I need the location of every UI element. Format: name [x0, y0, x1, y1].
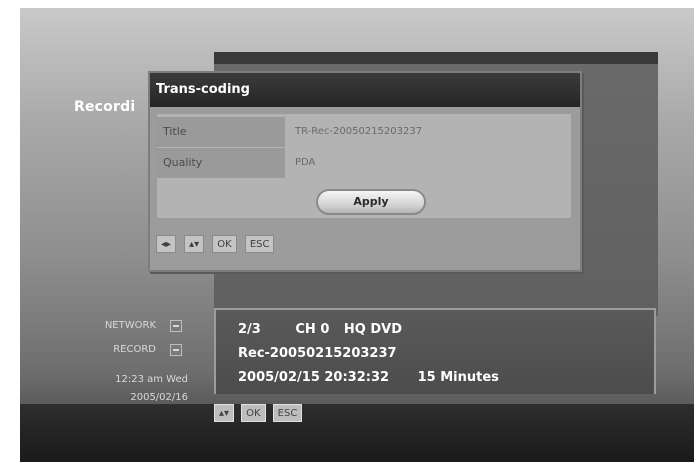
transcoding-dialog: Trans-coding Title TR-Rec-20050215203237… [148, 71, 582, 272]
left-right-arrows-icon[interactable]: ◂▸ [156, 234, 177, 253]
ok-key[interactable]: OK [241, 403, 266, 422]
title-label: Title [157, 117, 285, 147]
dialog-title: Trans-coding [150, 73, 580, 107]
title-value: TR-Rec-20050215203237 [295, 126, 423, 137]
esc-key[interactable]: ESC [272, 403, 303, 422]
bottom-key-hints: ▴▾ OK ESC [214, 402, 304, 426]
clock-date: 2005/02/16 [130, 392, 188, 403]
recording-duration: 15 Minutes [417, 370, 499, 385]
up-down-arrows-icon[interactable]: ▴▾ [214, 403, 235, 422]
info-line-3: 2005/02/15 20:32:32 15 Minutes [238, 370, 499, 385]
screen-bottom-bar [20, 404, 694, 462]
ok-key[interactable]: OK [212, 234, 237, 253]
quality-value: PDA [295, 157, 316, 168]
network-label: NETWORK [104, 320, 156, 331]
recording-index: 2/3 [238, 322, 261, 337]
quality-mode: HQ DVD [343, 322, 403, 337]
esc-key[interactable]: ESC [244, 234, 275, 253]
recording-info-box: 2/3 CH 0 HQ DVD Rec-20050215203237 2005/… [214, 308, 656, 394]
network-indicator-icon [170, 320, 182, 332]
info-line-1: 2/3 CH 0 HQ DVD [238, 322, 402, 337]
clock-time: 12:23 am Wed [115, 374, 188, 385]
quality-label: Quality [157, 148, 285, 178]
channel-label: CH 0 [295, 322, 330, 337]
quality-row[interactable]: Quality PDA [157, 148, 571, 178]
title-row[interactable]: Title TR-Rec-20050215203237 [157, 117, 571, 147]
apply-button[interactable]: Apply [316, 189, 426, 215]
background-title: Recordi [74, 99, 136, 115]
record-indicator-icon [170, 344, 182, 356]
recording-datetime: 2005/02/15 20:32:32 [238, 370, 390, 385]
record-label: RECORD [113, 344, 156, 355]
dialog-body: Title TR-Rec-20050215203237 Quality PDA … [156, 113, 572, 219]
up-down-arrows-icon[interactable]: ▴▾ [184, 234, 205, 253]
dialog-key-hints: ◂▸ ▴▾ OK ESC [156, 233, 277, 257]
tv-screen: Recordi Trans-coding Title TR-Rec-200502… [20, 8, 694, 462]
recording-filename: Rec-20050215203237 [238, 346, 397, 361]
